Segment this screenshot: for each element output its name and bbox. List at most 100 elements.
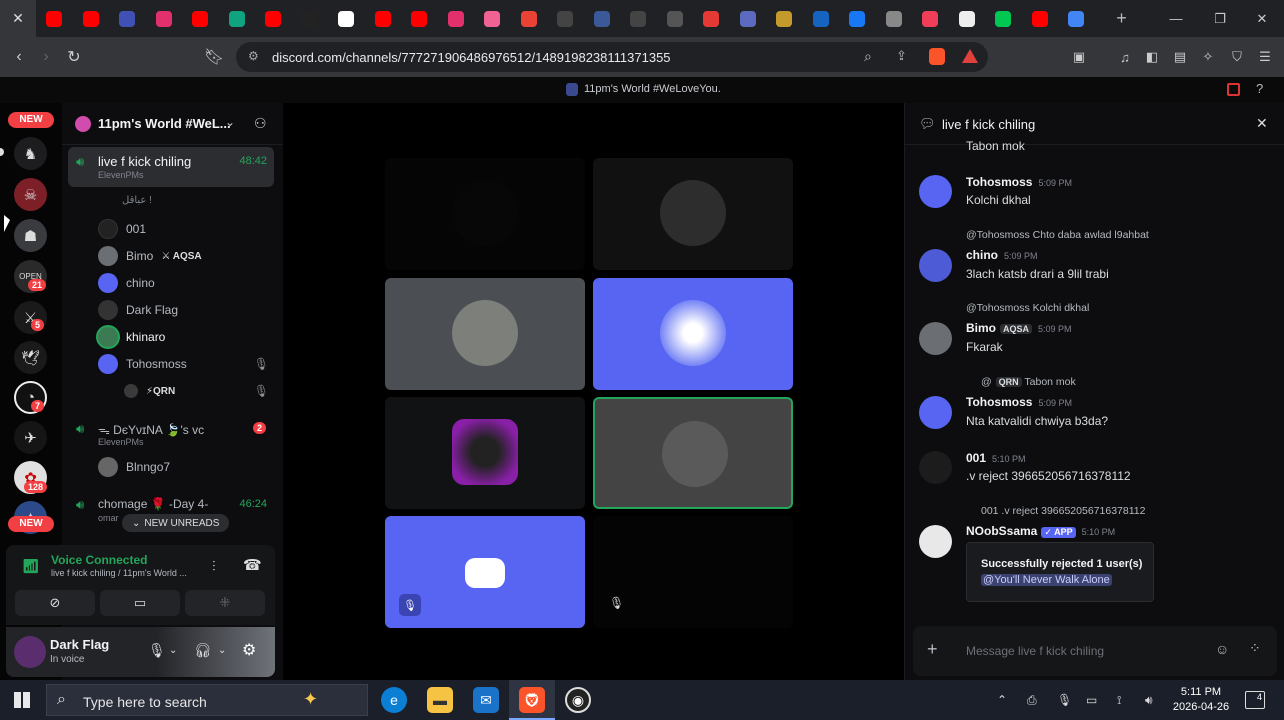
brave-icon[interactable]: 🦁︎ (519, 687, 545, 713)
avatar[interactable] (919, 249, 952, 282)
participant-tile[interactable]: 🎙︎ (385, 516, 585, 628)
brave-rewards-icon[interactable] (962, 49, 978, 63)
avatar[interactable] (919, 396, 952, 429)
message-author[interactable]: chino 5:09 PM (966, 248, 1038, 262)
vpn-icon[interactable]: ⛉ (1228, 48, 1246, 66)
avatar[interactable] (919, 322, 952, 355)
avatar[interactable] (919, 175, 952, 208)
media-icon[interactable]: ♫ (1116, 48, 1134, 66)
server-icon-2[interactable]: ☠ (14, 178, 47, 211)
guild-header[interactable]: 11pm's World #WeL... ⌄ ⚇ (62, 103, 283, 145)
reload-icon[interactable]: ↻ (62, 45, 86, 69)
voice-status[interactable]: Voice Connected (51, 553, 147, 567)
browser-tab[interactable] (73, 0, 110, 37)
outlook-icon[interactable]: ✉ (473, 687, 499, 713)
browser-tab[interactable] (1058, 0, 1095, 37)
system-clock[interactable]: 5:11 PM 2026-04-26 (1168, 685, 1234, 715)
server-icon-8[interactable]: ✈ (14, 421, 47, 454)
voice-channel[interactable]: 🔊︎ ᯓ DєYνɪNA 🍃's vc ElevenPMs 2 (68, 414, 274, 454)
chevron-down-icon[interactable]: ⌄ (225, 115, 235, 129)
participant-tile[interactable] (593, 278, 793, 390)
member-row[interactable]: Blnngo7 (98, 455, 170, 479)
voice-channel-path[interactable]: live f kick chiling / 11pm's World ... (51, 568, 187, 578)
member-row-speaking[interactable]: khinaro (98, 325, 165, 349)
tab-close-icon[interactable]: ✕ (12, 10, 24, 27)
new-tab-button[interactable]: + (1107, 8, 1137, 29)
emoji-icon[interactable]: ☺ (1215, 641, 1229, 657)
browser-tab[interactable] (803, 0, 840, 37)
browser-tab[interactable] (657, 0, 694, 37)
browser-tab[interactable] (949, 0, 986, 37)
member-row[interactable]: Tohosmoss (98, 352, 187, 376)
reply-reference[interactable]: 001 .v reject 396652056716378112 (981, 505, 1145, 517)
browser-tab[interactable] (255, 0, 292, 37)
obs-icon[interactable]: ◉ (565, 687, 591, 713)
site-info-icon[interactable]: ⚙︎ (248, 49, 259, 63)
member-row[interactable]: chino (98, 271, 155, 295)
browser-tab[interactable] (912, 0, 949, 37)
invite-icon[interactable]: ⚇ (254, 115, 267, 132)
noise-suppression-icon[interactable]: ⫶ (212, 558, 216, 575)
meet-now-icon[interactable]: ⎙ (1027, 693, 1037, 708)
participant-tile[interactable] (593, 158, 793, 270)
microphone-icon[interactable]: 🎙︎ (1057, 693, 1072, 707)
chevron-down-icon[interactable]: ⌄ (169, 645, 177, 656)
browser-tab[interactable] (474, 0, 511, 37)
network-icon[interactable]: ⟟ (1117, 693, 1121, 708)
reply-reference[interactable]: @Tohosmoss Kolchi dkhal (966, 302, 1089, 314)
close-window-button[interactable]: ✕ (1240, 0, 1284, 37)
browser-tab[interactable] (292, 0, 329, 37)
browser-tab[interactable] (693, 0, 730, 37)
server-icon-6[interactable]: 🕊︎ (14, 341, 47, 374)
chevron-up-icon[interactable]: ⌃ (997, 693, 1007, 707)
browser-tab[interactable] (36, 0, 73, 37)
server-icon-3[interactable]: ☗ (14, 219, 47, 252)
browser-tab[interactable] (401, 0, 438, 37)
reply-reference[interactable]: @ QRN Tabon mok (981, 376, 1076, 388)
browser-tab[interactable] (839, 0, 876, 37)
brave-shields-icon[interactable] (929, 48, 945, 65)
browser-tab[interactable] (620, 0, 657, 37)
browser-tab[interactable] (511, 0, 548, 37)
browser-tab[interactable] (985, 0, 1022, 37)
inbox-icon[interactable] (1227, 83, 1240, 96)
settings-gear-icon[interactable]: ⚙︎ (242, 640, 256, 660)
camera-button[interactable]: ⊘ (15, 590, 95, 616)
avatar[interactable] (919, 525, 952, 558)
participant-tile[interactable] (385, 158, 585, 270)
avatar[interactable] (14, 636, 46, 668)
maximize-button[interactable]: ❐ (1198, 0, 1242, 37)
url-field[interactable]: ⚙︎ discord.com/channels/7772719064869765… (236, 42, 988, 72)
participant-tile-speaking[interactable] (593, 397, 793, 509)
participant-tile[interactable]: 🎙︎ (593, 516, 793, 628)
reply-reference[interactable]: @Tohosmoss Chto daba awlad l9ahbat (966, 229, 1149, 241)
share-icon[interactable]: ⇪ (896, 48, 907, 64)
windows-start-icon[interactable] (14, 692, 30, 708)
close-icon[interactable]: ✕ (1256, 115, 1268, 132)
screen-share-button[interactable]: ▭ (100, 590, 180, 616)
browser-tab[interactable] (109, 0, 146, 37)
sidebar-toggle-icon[interactable]: ▣ (1070, 48, 1088, 66)
member-row[interactable]: 001 (98, 217, 146, 241)
zoom-icon[interactable]: ⌕ (864, 48, 872, 65)
browser-tab[interactable] (1022, 0, 1059, 37)
message-composer[interactable]: + Message live f kick chiling ☺ ⁘ (913, 626, 1277, 676)
browser-tab[interactable] (730, 0, 767, 37)
signal-icon[interactable]: 📶︎ (22, 558, 40, 575)
participant-tile[interactable] (385, 397, 585, 509)
headphones-icon[interactable]: 🎧︎ (194, 642, 212, 659)
server-icon-1[interactable]: ♞ (14, 137, 47, 170)
microphone-icon[interactable]: 🎙︎ (148, 642, 166, 659)
minimize-button[interactable]: — (1154, 0, 1198, 37)
browser-tab[interactable] (876, 0, 913, 37)
member-row[interactable]: Dark Flag (98, 298, 178, 322)
chevron-down-icon[interactable]: ⌄ (218, 645, 226, 656)
browser-tab[interactable] (584, 0, 621, 37)
leo-ai-icon[interactable]: ✧ (1199, 48, 1217, 66)
bookmark-icon[interactable]: 🔖︎ (202, 45, 226, 69)
embed-mention[interactable]: @You'll Never Walk Alone (981, 574, 1112, 586)
taskbar-search[interactable]: ⌕ Type here to search ✦ (46, 684, 368, 716)
forward-icon[interactable]: › (34, 45, 58, 69)
help-icon[interactable]: ? (1256, 81, 1263, 96)
username[interactable]: Dark Flag (50, 637, 109, 652)
